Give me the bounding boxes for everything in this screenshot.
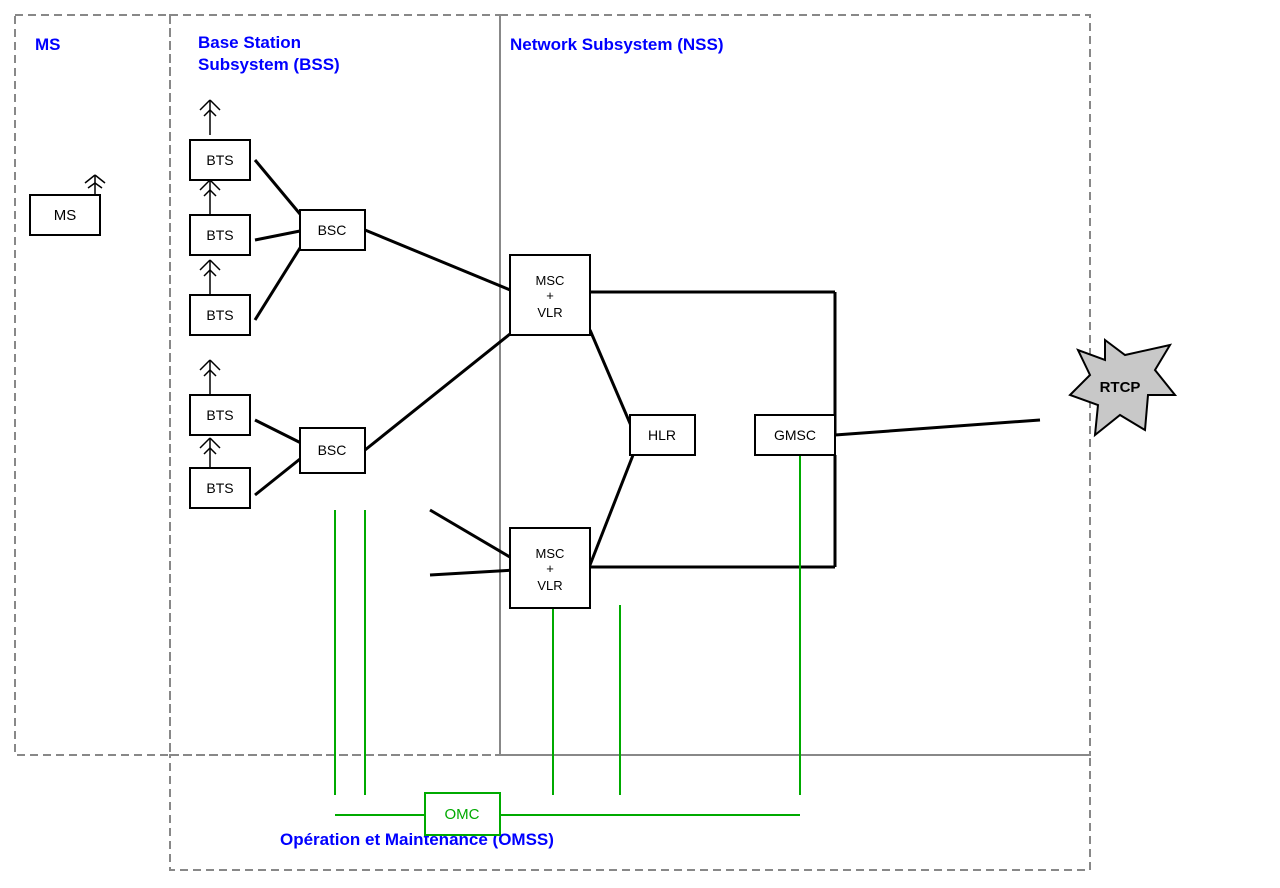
line-bts4-bsc2 [255, 420, 305, 445]
ms-label: MS [54, 207, 77, 224]
bss-section-label2: Subsystem (BSS) [198, 55, 340, 74]
bts4-label: BTS [206, 407, 233, 423]
line-mscvlr2-hlr [590, 450, 635, 565]
line-arrow1-mscvlr2 [430, 510, 515, 560]
diagram-container: MS Base Station Subsystem (BSS) Network … [0, 0, 1280, 888]
omss-region-border [170, 755, 1090, 870]
line-bts3-bsc1 [255, 240, 305, 320]
mscvlr1-label3: VLR [537, 305, 562, 320]
nss-section-label: Network Subsystem (NSS) [510, 35, 724, 54]
bts5-label: BTS [206, 480, 233, 496]
ms-region-border [15, 15, 170, 755]
mscvlr1-label2: + [546, 288, 554, 303]
bsc2-label: BSC [318, 442, 347, 458]
nss-region-border [500, 15, 1090, 755]
mscvlr2-label1: MSC [536, 546, 565, 561]
line-gmsc-rtcp [835, 420, 1040, 435]
line-bsc2-mscvlr1 [365, 330, 515, 450]
bts3-label: BTS [206, 307, 233, 323]
antenna-bts2 [200, 180, 220, 215]
antenna-bts5 [200, 438, 220, 470]
omc-label: OMC [445, 806, 480, 823]
bts1-label: BTS [206, 152, 233, 168]
mscvlr1-label1: MSC [536, 273, 565, 288]
mscvlr2-label3: VLR [537, 578, 562, 593]
gmsc-label: GMSC [774, 427, 816, 443]
bts2-label: BTS [206, 227, 233, 243]
antenna-ms [85, 175, 105, 195]
antenna-bts3 [200, 260, 220, 295]
ms-section-label: MS [35, 35, 61, 54]
mscvlr2-label2: + [546, 561, 554, 576]
hlr-label: HLR [648, 427, 676, 443]
line-bts1-bsc1 [255, 160, 305, 220]
omss-section-label: Opération et Maintenance (OMSS) [280, 830, 554, 849]
antenna-bts1 [200, 100, 220, 135]
bss-section-label: Base Station [198, 33, 301, 52]
line-bts5-bsc2 [255, 455, 305, 495]
antenna-bts4 [200, 360, 220, 395]
bsc1-label: BSC [318, 222, 347, 238]
line-bts2-bsc1 [255, 230, 305, 240]
line-mscvlr1-hlr [590, 330, 635, 435]
line-bsc1-mscvlr1 [365, 230, 515, 292]
line-arrow2-mscvlr2 [430, 570, 515, 575]
rtcp-label: RTCP [1100, 379, 1141, 396]
